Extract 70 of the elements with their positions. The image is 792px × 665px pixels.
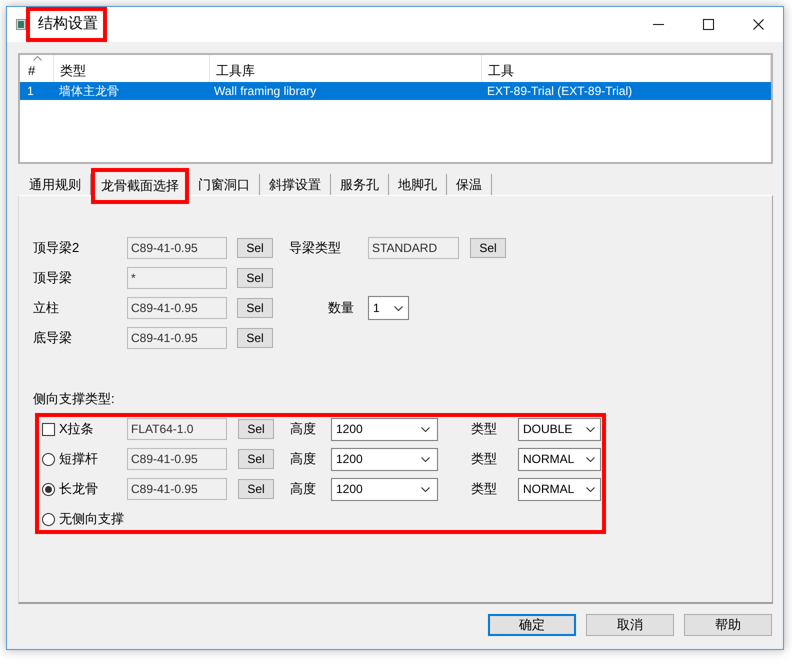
field-label: 顶导梁	[33, 269, 73, 288]
radio-label[interactable]: 长龙骨	[59, 479, 98, 499]
height-dropdown[interactable]: 1200	[331, 448, 438, 470]
table-cell-text: EXT-89-Trial (EXT-89-Trial)	[486, 83, 634, 100]
radio-button[interactable]	[42, 482, 55, 496]
table-row[interactable]: 1 墙体主龙骨 Wall framing library EXT-89-Trial (EXT-89-Trial)	[20, 82, 771, 100]
section-field[interactable]: C89-41-0.95	[127, 448, 227, 470]
sel-button[interactable]: Sel	[237, 238, 273, 258]
section-field[interactable]: C89-41-0.95	[127, 297, 227, 319]
chevron-down-icon	[421, 456, 430, 462]
sel-button[interactable]: Sel	[237, 268, 273, 288]
quantity-dropdown[interactable]: 1	[368, 296, 409, 320]
sel-button[interactable]: Sel	[470, 238, 506, 258]
section-field[interactable]: *	[127, 267, 227, 289]
tab[interactable]: 保温	[447, 174, 492, 195]
field-label: 底导梁	[33, 329, 73, 348]
table-cell-text: 1	[26, 83, 35, 100]
checkbox[interactable]	[42, 422, 55, 436]
radio-button[interactable]	[42, 512, 55, 526]
maximize-icon	[702, 19, 714, 30]
chevron-down-icon	[421, 486, 430, 492]
section-field[interactable]: C89-41-0.95	[127, 478, 227, 500]
window-title: 结构设置	[38, 14, 98, 34]
field-label: 高度	[290, 480, 317, 498]
app-icon	[16, 19, 26, 30]
chevron-down-icon	[586, 456, 595, 462]
radio-label[interactable]: 短撑杆	[59, 449, 98, 469]
section-field[interactable]: FLAT64-1.0	[127, 418, 227, 440]
sel-button[interactable]: Sel	[237, 328, 273, 348]
field-label: 立柱	[33, 299, 60, 318]
section-field[interactable]: STANDARD	[368, 237, 459, 259]
field-label: 顶导梁2	[33, 239, 80, 258]
tab[interactable]: 服务孔	[331, 174, 389, 195]
table-cell-text: Wall framing library	[213, 83, 318, 100]
radio-label[interactable]: 无侧向支撑	[59, 509, 124, 529]
height-dropdown[interactable]: 1200	[331, 478, 438, 500]
sel-button[interactable]: Sel	[238, 449, 274, 469]
section-title: 侧向支撑类型:	[33, 391, 115, 407]
tab[interactable]: 门窗洞口	[189, 174, 260, 195]
field-label: 类型	[471, 450, 498, 468]
field-label: 数量	[328, 299, 355, 318]
sel-button[interactable]: Sel	[238, 479, 274, 499]
radio-button[interactable]	[42, 452, 55, 466]
field-label: 高度	[290, 450, 317, 468]
checkbox-label[interactable]: X拉条	[59, 419, 94, 439]
sel-button[interactable]: Sel	[237, 298, 273, 318]
field-label: 类型	[471, 480, 498, 498]
field-label: 类型	[471, 420, 498, 438]
chevron-down-icon	[586, 486, 595, 492]
type-dropdown[interactable]: DOUBLE	[518, 418, 601, 440]
help-button[interactable]: 帮助	[684, 614, 772, 636]
type-dropdown[interactable]: NORMAL	[518, 478, 601, 500]
minimize-icon	[652, 24, 664, 25]
type-dropdown[interactable]: NORMAL	[518, 448, 601, 470]
tab[interactable]: 地脚孔	[389, 174, 447, 195]
table-cell-text: 墙体主龙骨	[58, 83, 120, 100]
height-dropdown[interactable]: 1200	[331, 418, 438, 440]
chevron-down-icon	[394, 306, 403, 310]
sel-button[interactable]: Sel	[238, 419, 274, 439]
cancel-button[interactable]: 取消	[586, 614, 674, 636]
tab[interactable]: 龙骨截面选择	[91, 168, 189, 204]
ok-button[interactable]: 确定	[488, 614, 576, 636]
section-field[interactable]: C89-41-0.95	[127, 327, 227, 349]
chevron-down-icon	[421, 426, 430, 432]
chevron-down-icon	[586, 426, 595, 432]
close-icon	[752, 19, 764, 30]
tab[interactable]: 斜撑设置	[260, 174, 331, 195]
section-field[interactable]: C89-41-0.95	[127, 237, 227, 259]
field-label: 高度	[290, 420, 317, 438]
field-label: 导梁类型	[289, 239, 342, 258]
